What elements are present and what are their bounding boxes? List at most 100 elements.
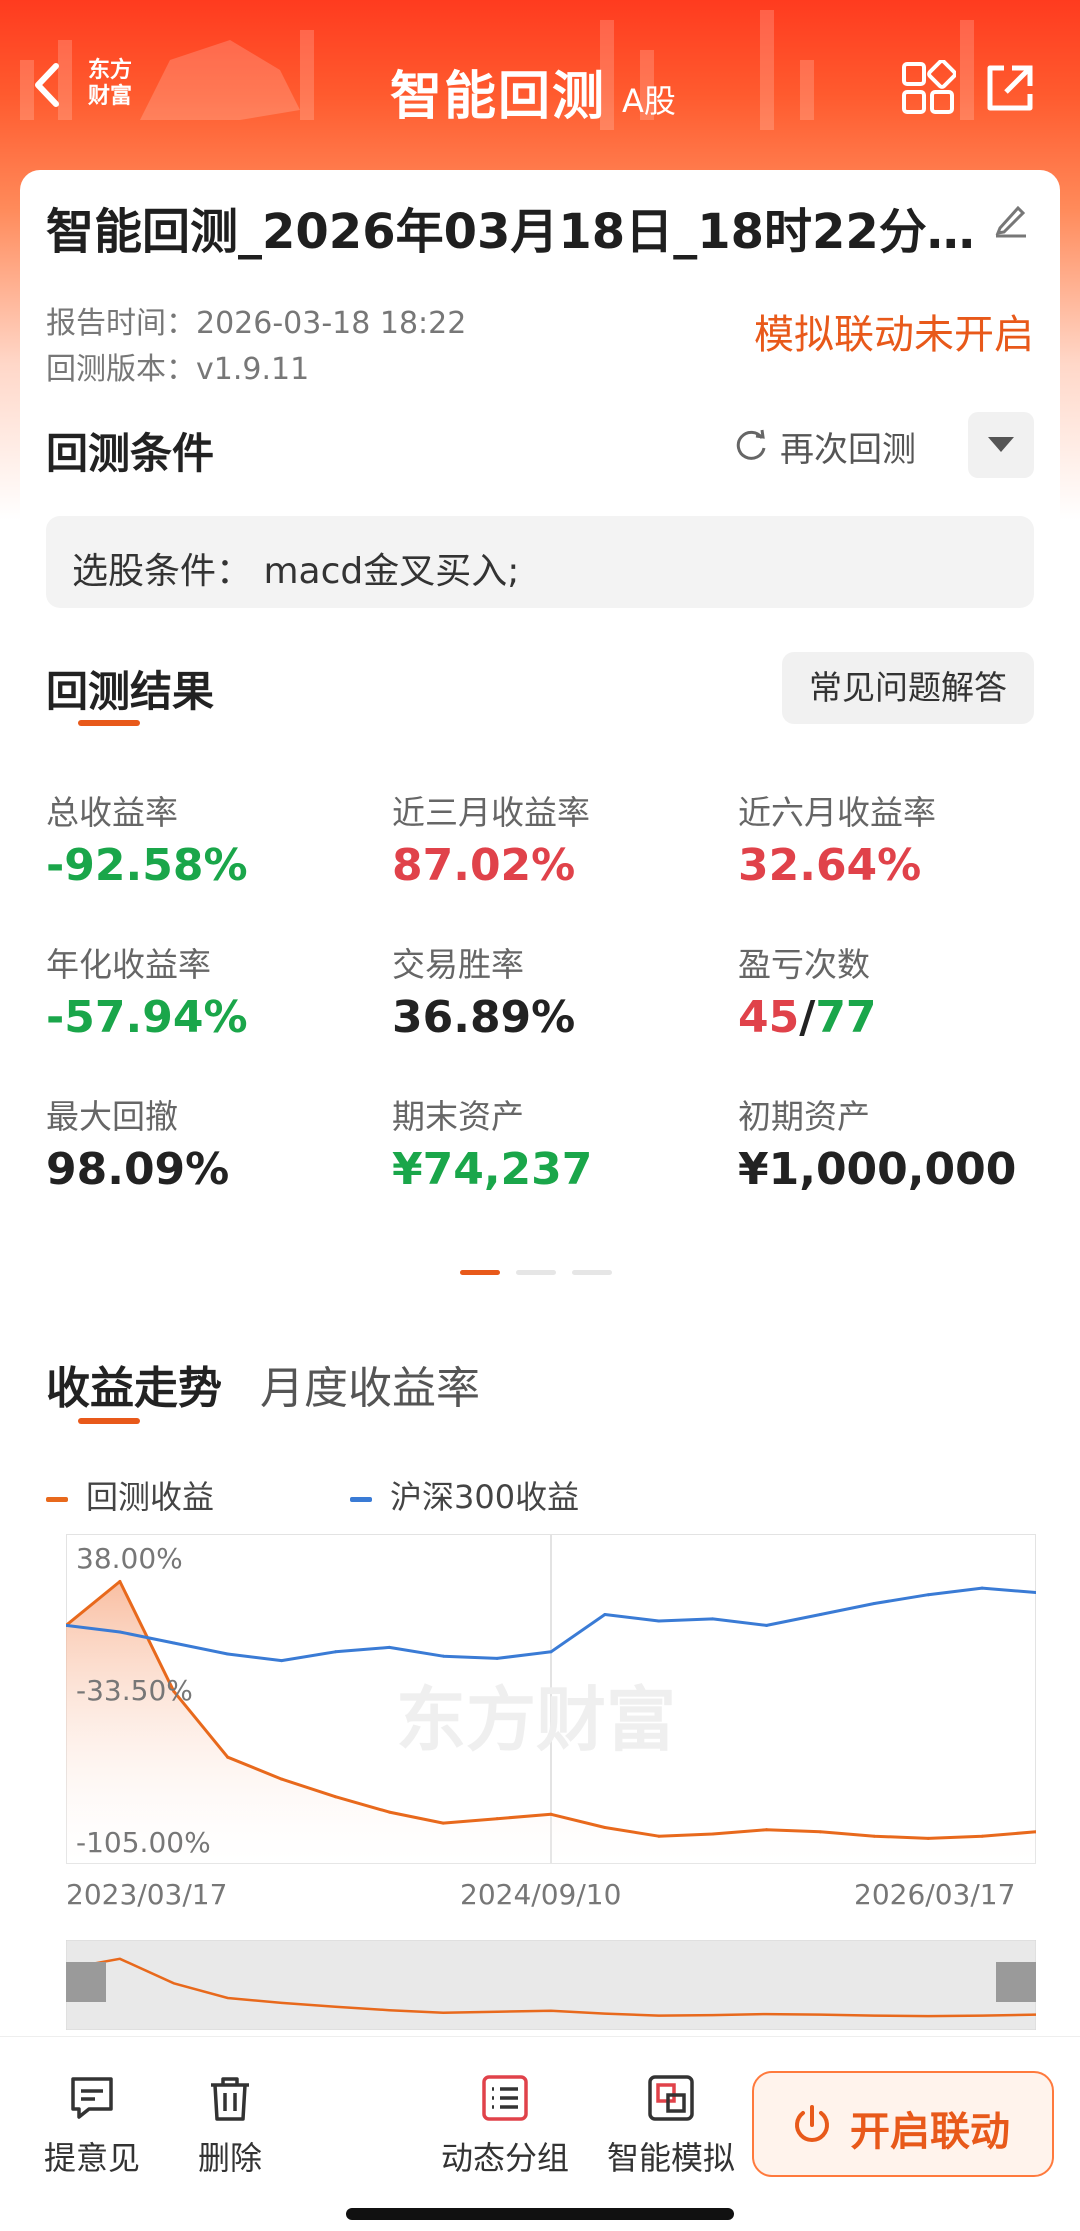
faq-button[interactable]: 常见问题解答: [782, 652, 1034, 724]
metric-final-assets: 期末资产 ¥74,237: [392, 1090, 722, 1195]
data-point-backtest: [980, 1834, 984, 1838]
count-separator: /: [799, 992, 816, 1043]
page-dot: [516, 1270, 556, 1275]
legend-backtest: 回测收益: [46, 1472, 214, 1518]
stock-selection-condition: 选股条件： macd金叉买入;: [46, 516, 1034, 608]
top-nav-bar: 东方 财富 智能回测 A股: [0, 40, 1080, 130]
market-label: A股: [622, 82, 676, 120]
data-point-hs300: [495, 1656, 499, 1660]
data-point-backtest: [818, 1830, 822, 1834]
share-button[interactable]: [982, 60, 1038, 116]
report-time-label: 报告时间：: [46, 306, 196, 341]
refresh-icon: [736, 429, 766, 460]
eastmoney-logo: 东方 财富: [87, 58, 132, 109]
metric-win-rate: 交易胜率 36.89%: [392, 938, 722, 1043]
data-point-hs300: [549, 1650, 553, 1654]
page-title: 智能回测: [390, 67, 607, 127]
enable-link-label: 开启联动: [850, 2109, 1010, 2155]
enable-link-button[interactable]: 开启联动: [752, 2071, 1054, 2177]
return-trend-chart[interactable]: 东方财富: [66, 1534, 1036, 1864]
metric-value: -57.94%: [46, 992, 248, 1043]
data-point-backtest: [765, 1828, 769, 1832]
data-point-hs300: [333, 1650, 337, 1654]
metric-value: 87.02%: [392, 840, 576, 891]
x-tick-label: 2024/09/10: [460, 1878, 622, 1911]
simulate-icon: [648, 2075, 694, 2121]
data-point-hs300: [226, 1652, 230, 1656]
loss-count: 77: [815, 992, 877, 1043]
smart-simulate-button[interactable]: 智能模拟: [596, 2073, 746, 2179]
data-point-hs300: [657, 1619, 661, 1623]
home-indicator: [346, 2208, 734, 2220]
bottom-toolbar: 提意见 删除 动态分组 智能模拟 开启联动: [0, 2036, 1080, 2231]
slider-handle-left: [66, 1962, 106, 2002]
report-version: 回测版本：v1.9.11: [46, 344, 309, 388]
data-point-backtest: [226, 1755, 230, 1759]
dynamic-group-label: 动态分组: [440, 2139, 569, 2177]
data-point-backtest: [333, 1795, 337, 1799]
metric-total-return: 总收益率 -92.58%: [46, 786, 376, 891]
legend-label: 沪深300收益: [390, 1478, 580, 1516]
pencil-icon: [995, 205, 1026, 238]
slider-handle-right: [996, 1962, 1036, 2002]
edit-title-button[interactable]: [992, 200, 1030, 238]
data-point-hs300: [387, 1645, 391, 1649]
trash-icon: [211, 2077, 249, 2121]
data-point-backtest: [118, 1580, 122, 1584]
metric-label: 近六月收益率: [738, 793, 936, 832]
chart-watermark: 东方财富: [396, 1679, 676, 1761]
conditions-title: 回测条件: [46, 429, 215, 478]
data-point-hs300: [711, 1617, 715, 1621]
feedback-icon: [71, 2077, 113, 2119]
metric-max-drawdown: 最大回撤 98.09%: [46, 1090, 376, 1195]
power-icon: [795, 2105, 829, 2142]
data-point-hs300: [926, 1593, 930, 1597]
data-point-hs300: [172, 1641, 176, 1645]
report-title: 智能回测_2026年03月18日_18时22分…: [46, 204, 975, 260]
data-point-backtest: [280, 1777, 284, 1781]
metric-label: 交易胜率: [392, 945, 524, 984]
data-point-hs300: [441, 1654, 445, 1658]
sim-link-status[interactable]: 模拟联动未开启: [754, 302, 1034, 360]
grid-button[interactable]: [900, 59, 957, 116]
legend-label: 回测收益: [86, 1478, 215, 1516]
dynamic-group-button[interactable]: 动态分组: [430, 2073, 580, 2179]
metric-value: 36.89%: [392, 992, 576, 1043]
legend-swatch-blue: [350, 1496, 372, 1502]
data-point-hs300: [980, 1586, 984, 1590]
data-point-backtest: [549, 1812, 553, 1816]
back-button[interactable]: [32, 62, 72, 108]
metric-label: 初期资产: [738, 1097, 870, 1136]
tab-monthly-return[interactable]: 月度收益率: [260, 1352, 480, 1416]
data-point-hs300: [603, 1612, 607, 1616]
data-point-backtest: [872, 1834, 876, 1838]
metric-label: 近三月收益率: [392, 793, 590, 832]
chart-range-slider[interactable]: [66, 1940, 1036, 2030]
data-point-backtest: [603, 1825, 607, 1829]
x-tick-label: 2026/03/17: [854, 1878, 1016, 1911]
data-point-backtest: [387, 1810, 391, 1814]
list-icon: [482, 2075, 528, 2121]
results-title-underline: [78, 720, 140, 726]
data-point-backtest: [926, 1836, 930, 1840]
legend-hs300: 沪深300收益: [350, 1472, 579, 1518]
back-icon: [35, 63, 59, 107]
report-version-label: 回测版本：: [46, 352, 196, 387]
feedback-button[interactable]: 提意见: [22, 2073, 162, 2179]
data-point-backtest: [495, 1817, 499, 1821]
share-icon: [987, 65, 1033, 111]
data-point-hs300: [872, 1601, 876, 1605]
data-point-backtest: [441, 1821, 445, 1825]
metric-label: 期末资产: [392, 1097, 524, 1136]
conditions-dropdown-button[interactable]: [968, 412, 1034, 478]
metric-win-loss-count: 盈亏次数 45/77: [738, 938, 1068, 1043]
delete-button[interactable]: 删除: [160, 2073, 300, 2179]
retest-button[interactable]: 再次回测: [780, 422, 916, 471]
data-point-hs300: [818, 1612, 822, 1616]
data-point-hs300: [118, 1630, 122, 1634]
delete-label: 删除: [197, 2139, 262, 2177]
results-title: 回测结果: [46, 667, 215, 716]
tab-return-trend[interactable]: 收益走势: [46, 1352, 222, 1416]
metric-3m-return: 近三月收益率 87.02%: [392, 786, 722, 891]
metric-value: ¥74,237: [392, 1144, 593, 1195]
